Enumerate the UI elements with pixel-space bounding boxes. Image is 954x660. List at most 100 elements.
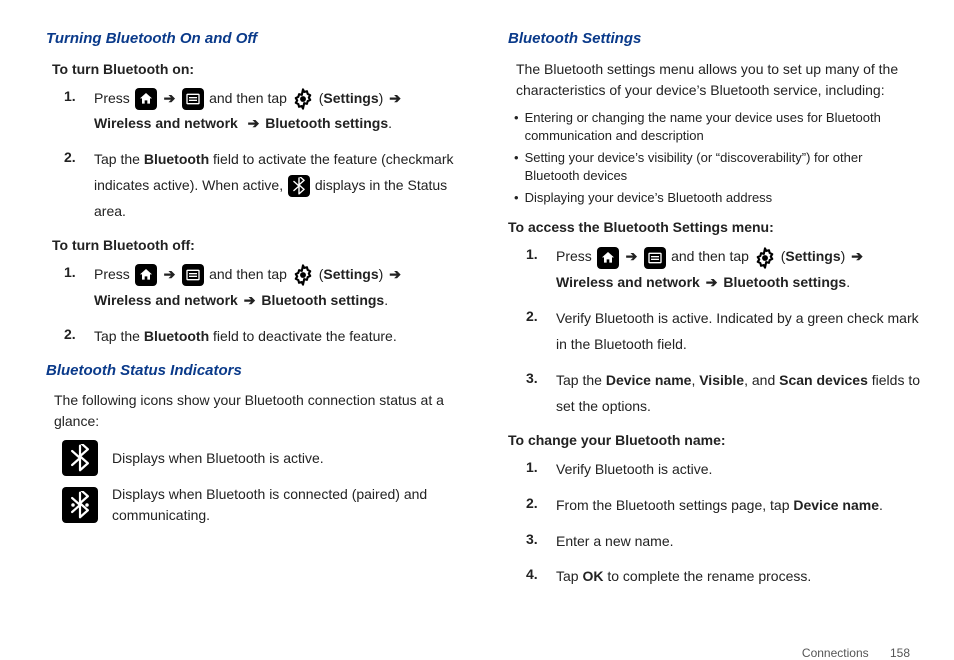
arrow-icon: ➔ xyxy=(624,248,640,264)
gear-icon xyxy=(754,247,776,269)
step-body: Tap the Bluetooth field to deactivate th… xyxy=(94,324,458,350)
settings-intro-text: The Bluetooth settings menu allows you t… xyxy=(516,59,920,101)
step-body: Enter a new name. xyxy=(556,529,920,555)
bullet-item: Entering or changing the name your devic… xyxy=(514,109,920,145)
page-footer: Connections 158 xyxy=(46,646,920,660)
text-bold: Visible xyxy=(699,372,744,388)
text: Press xyxy=(94,266,130,282)
text: and then tap xyxy=(209,90,287,106)
step-number: 1. xyxy=(526,244,544,296)
steps-access-menu: 1. Press ➔ and then tap xyxy=(526,244,920,419)
steps-change-name: 1. Verify Bluetooth is active. 2. From t… xyxy=(526,457,920,591)
step-body: Press ➔ and then tap (Settings) xyxy=(556,244,920,296)
step-number: 2. xyxy=(64,324,82,350)
settings-bullets: Entering or changing the name your devic… xyxy=(514,109,920,208)
bluetooth-active-icon xyxy=(62,440,98,476)
text: and then tap xyxy=(209,266,287,282)
gear-icon xyxy=(292,264,314,286)
label-wireless: Wireless and network xyxy=(556,274,700,290)
text: Displaying your device’s Bluetooth addre… xyxy=(525,189,773,207)
bullet-item: Displaying your device’s Bluetooth addre… xyxy=(514,189,920,207)
subheading-change-name: To change your Bluetooth name: xyxy=(508,430,920,451)
home-icon xyxy=(597,247,619,269)
list-item: 3. Tap the Device name, Visible, and Sca… xyxy=(526,368,920,420)
subheading-turn-on: To turn Bluetooth on: xyxy=(52,59,458,80)
steps-turn-on: 1. Press ➔ and then tap xyxy=(64,86,458,225)
list-item: 1. Press ➔ and then tap xyxy=(64,86,458,138)
text-bold: OK xyxy=(582,568,603,584)
step-number: 2. xyxy=(526,493,544,519)
step-body: Tap the Bluetooth field to activate the … xyxy=(94,147,458,225)
step-number: 2. xyxy=(64,147,82,225)
text: Tap xyxy=(556,568,582,584)
list-item: 2. Tap the Bluetooth field to deactivate… xyxy=(64,324,458,350)
heading-turning-bluetooth: Turning Bluetooth On and Off xyxy=(46,28,458,51)
text: Tap the xyxy=(556,372,606,388)
menu-icon xyxy=(182,88,204,110)
step-body: Press ➔ and then tap (Settings) xyxy=(94,86,458,138)
status-indicator-row: Displays when Bluetooth is connected (pa… xyxy=(62,484,458,526)
text-bold: Bluetooth xyxy=(144,151,209,167)
subheading-turn-off: To turn Bluetooth off: xyxy=(52,235,458,256)
steps-turn-off: 1. Press ➔ and then tap xyxy=(64,262,458,350)
text: to complete the rename process. xyxy=(603,568,811,584)
step-body: Verify Bluetooth is active. xyxy=(556,457,920,483)
step-number: 4. xyxy=(526,564,544,590)
home-icon xyxy=(135,88,157,110)
arrow-icon: ➔ xyxy=(387,90,403,106)
text: , and xyxy=(744,372,779,388)
footer-page-number: 158 xyxy=(890,646,910,660)
list-item: 1. Press ➔ and then tap xyxy=(64,262,458,314)
text-bold: Scan devices xyxy=(779,372,868,388)
step-number: 2. xyxy=(526,306,544,358)
list-item: 3. Enter a new name. xyxy=(526,529,920,555)
arrow-icon: ➔ xyxy=(242,292,258,308)
document-page: Turning Bluetooth On and Off To turn Blu… xyxy=(0,0,954,636)
subheading-access-menu: To access the Bluetooth Settings menu: xyxy=(508,217,920,238)
step-number: 3. xyxy=(526,368,544,420)
label-btsettings: Bluetooth settings xyxy=(723,274,846,290)
bluetooth-connected-icon xyxy=(62,487,98,523)
step-number: 1. xyxy=(526,457,544,483)
text-bold: Device name xyxy=(793,497,879,513)
label-wireless: Wireless and network xyxy=(94,292,238,308)
step-number: 3. xyxy=(526,529,544,555)
arrow-icon: ➔ xyxy=(849,248,865,264)
list-item: 2. Tap the Bluetooth field to activate t… xyxy=(64,147,458,225)
list-item: 1. Press ➔ and then tap xyxy=(526,244,920,296)
bluetooth-icon xyxy=(288,175,310,197)
label-settings: Settings xyxy=(323,266,378,282)
heading-bluetooth-settings: Bluetooth Settings xyxy=(508,28,920,51)
text-bold: Device name xyxy=(606,372,692,388)
list-item: 4. Tap OK to complete the rename process… xyxy=(526,564,920,590)
arrow-icon: ➔ xyxy=(162,266,178,282)
list-item: 1. Verify Bluetooth is active. xyxy=(526,457,920,483)
label-btsettings: Bluetooth settings xyxy=(261,292,384,308)
left-column: Turning Bluetooth On and Off To turn Blu… xyxy=(46,28,458,600)
status-intro-text: The following icons show your Bluetooth … xyxy=(54,390,458,432)
heading-status-indicators: Bluetooth Status Indicators xyxy=(46,360,458,383)
step-body: Tap OK to complete the rename process. xyxy=(556,564,920,590)
step-body: From the Bluetooth settings page, tap De… xyxy=(556,493,920,519)
gear-icon xyxy=(292,88,314,110)
list-item: 2. Verify Bluetooth is active. Indicated… xyxy=(526,306,920,358)
bullet-item: Setting your device’s visibility (or “di… xyxy=(514,149,920,185)
text: Setting your device’s visibility (or “di… xyxy=(525,149,920,185)
text: Press xyxy=(94,90,130,106)
right-column: Bluetooth Settings The Bluetooth setting… xyxy=(508,28,920,600)
two-column-layout: Turning Bluetooth On and Off To turn Blu… xyxy=(46,28,920,600)
menu-icon xyxy=(644,247,666,269)
step-body: Tap the Device name, Visible, and Scan d… xyxy=(556,368,920,420)
text-bold: Bluetooth xyxy=(144,328,209,344)
text: Tap the xyxy=(94,151,144,167)
label-btsettings: Bluetooth settings xyxy=(265,115,388,131)
text: Tap the xyxy=(94,328,144,344)
arrow-icon: ➔ xyxy=(704,274,720,290)
status-indicator-row: Displays when Bluetooth is active. xyxy=(62,440,458,476)
status-text: Displays when Bluetooth is connected (pa… xyxy=(112,484,458,526)
status-text: Displays when Bluetooth is active. xyxy=(112,448,324,469)
menu-icon xyxy=(182,264,204,286)
arrow-icon: ➔ xyxy=(387,266,403,282)
footer-section: Connections xyxy=(802,646,869,660)
text: field to deactivate the feature. xyxy=(209,328,397,344)
